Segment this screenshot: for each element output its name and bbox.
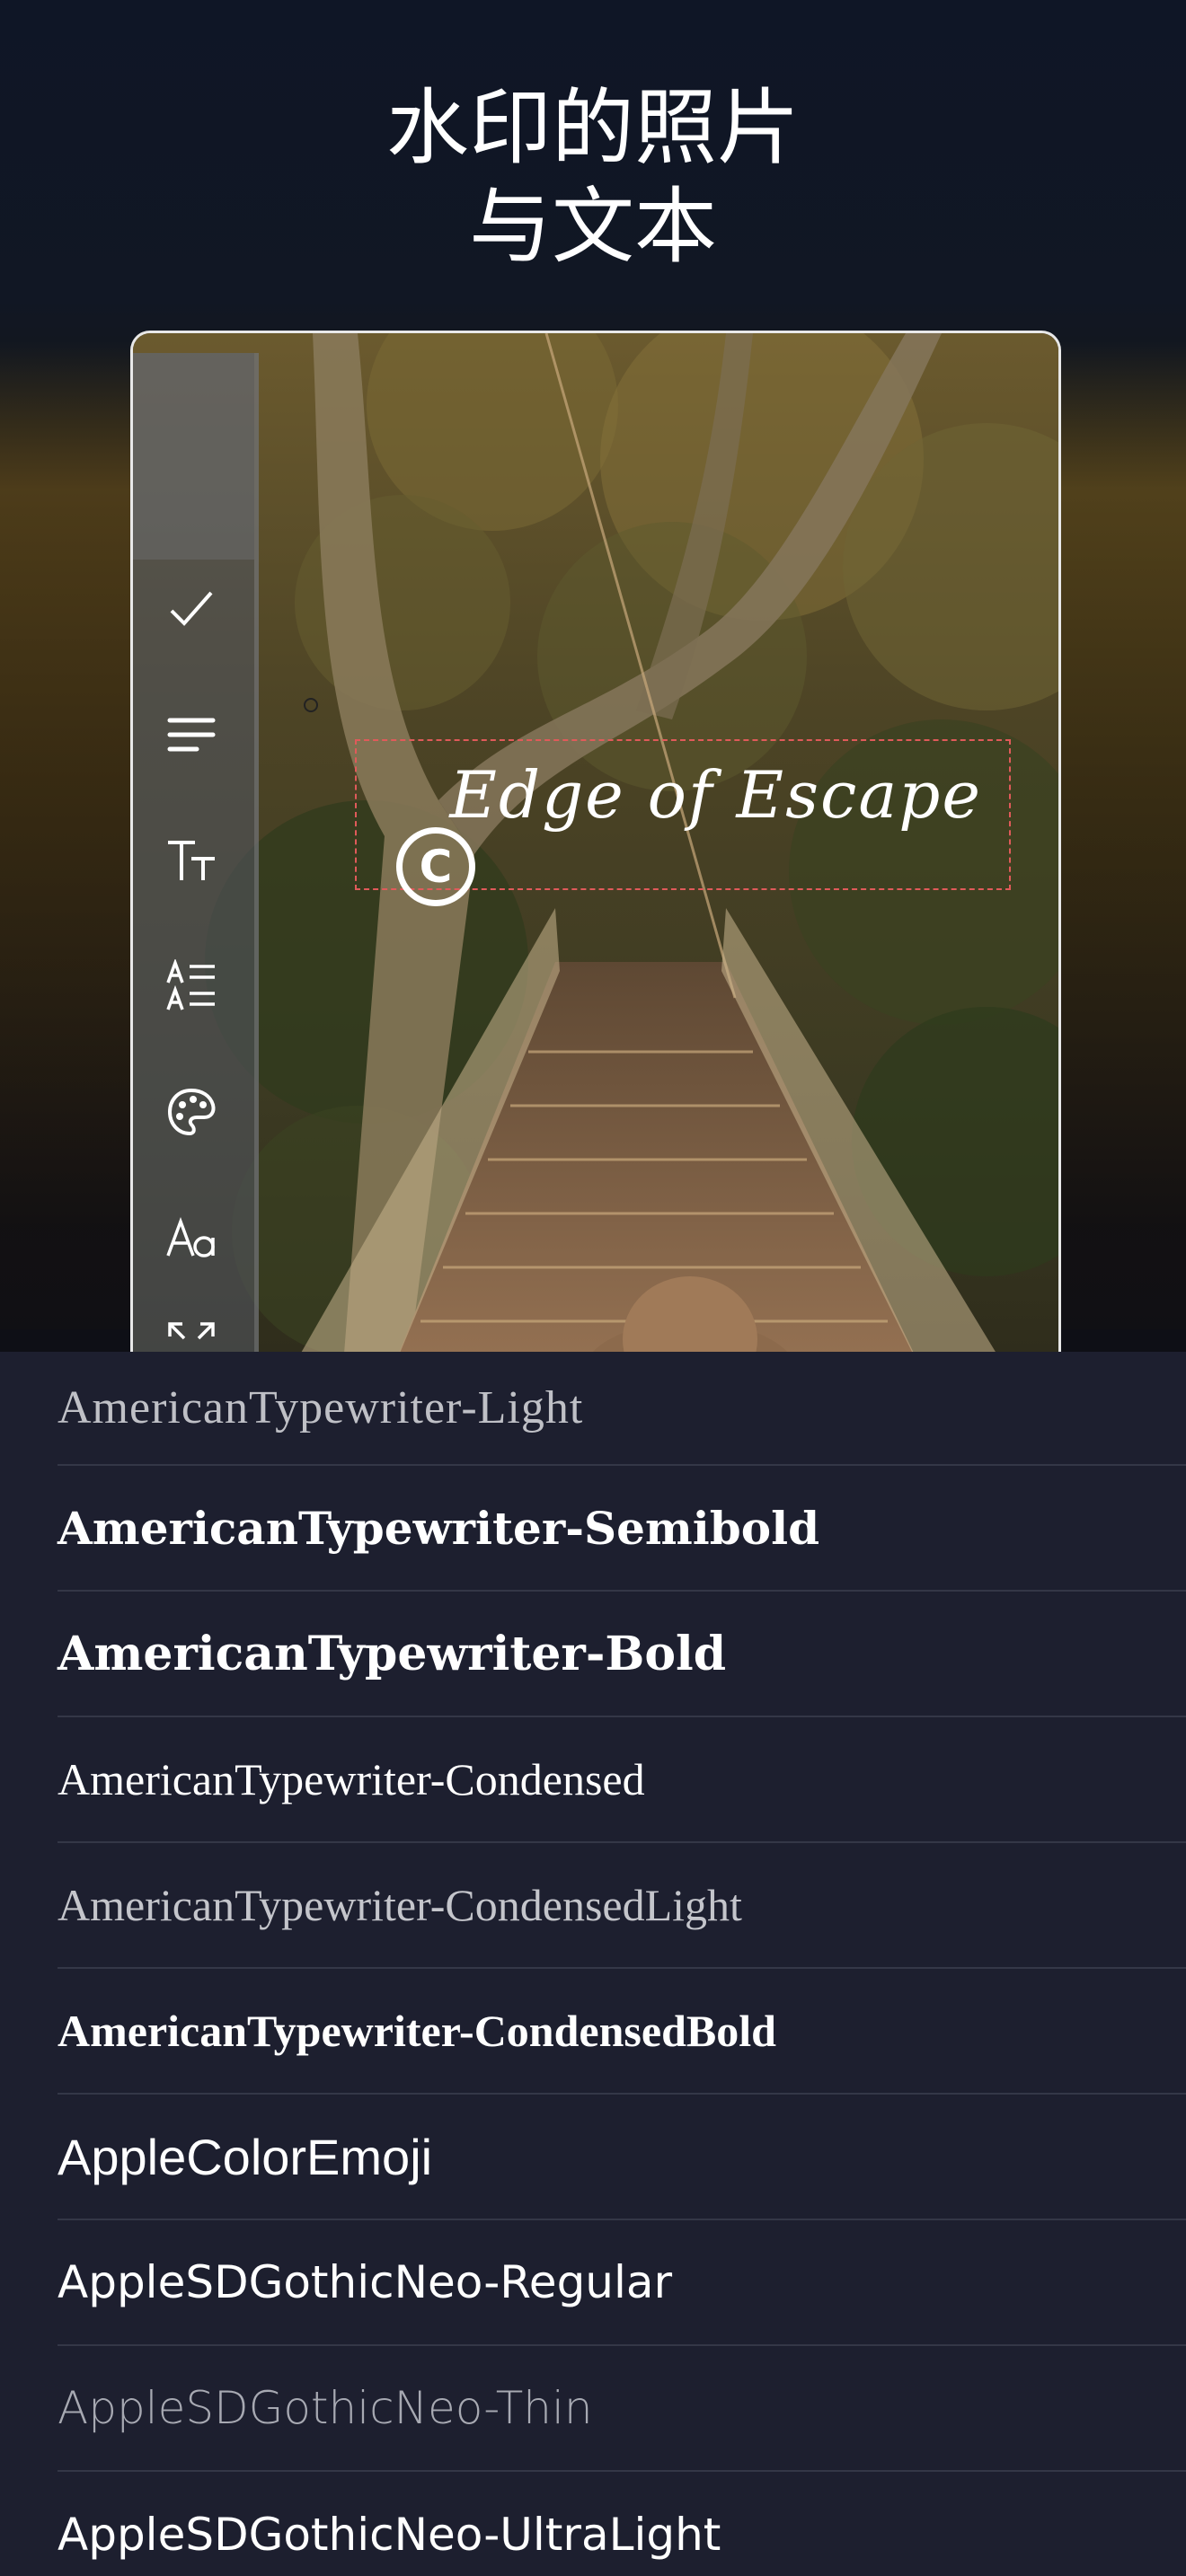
background-glow-left: [0, 341, 135, 1329]
photo-editor-preview: Edge of Escape C: [130, 331, 1061, 1352]
font-item[interactable]: AppleSDGothicNeo-Thin: [58, 2346, 1186, 2472]
font-item[interactable]: AppleSDGothicNeo-UltraLight: [58, 2472, 1186, 2576]
check-icon[interactable]: [155, 573, 227, 645]
watermark-text-box[interactable]: Edge of Escape C: [355, 739, 1011, 906]
font-item[interactable]: AmericanTypewriter-CondensedBold: [58, 1969, 1186, 2095]
watermark-text: Edge of Escape: [449, 757, 982, 833]
font-item[interactable]: AppleColorEmoji: [58, 2095, 1186, 2220]
headline-line-1: 水印的照片: [385, 80, 800, 176]
headline-line-2: 与文本: [468, 179, 717, 275]
font-icon[interactable]: [155, 1202, 227, 1274]
copyright-icon: C: [396, 827, 475, 906]
align-left-icon[interactable]: [155, 699, 227, 771]
headline: 水印的照片 与文本: [0, 79, 1186, 277]
font-item[interactable]: AmericanTypewriter-Semibold: [58, 1466, 1186, 1592]
text-size-icon[interactable]: [155, 825, 227, 896]
promo-header: 水印的照片 与文本 Edge of Escape C: [0, 0, 1186, 1352]
edit-toolbar: [133, 353, 259, 1352]
font-item[interactable]: AmericanTypewriter-Light: [58, 1352, 1186, 1466]
expand-icon[interactable]: [155, 1310, 227, 1352]
background-glow-right: [1051, 341, 1186, 1329]
palette-icon[interactable]: [155, 1076, 227, 1148]
anchor-handle[interactable]: [304, 698, 318, 712]
font-item[interactable]: AmericanTypewriter-Condensed: [58, 1717, 1186, 1843]
font-item[interactable]: AmericanTypewriter-Bold: [58, 1592, 1186, 1717]
font-item[interactable]: AmericanTypewriter-CondensedLight: [58, 1843, 1186, 1969]
font-item[interactable]: AppleSDGothicNeo-Regular: [58, 2220, 1186, 2346]
text-spacing-icon[interactable]: [155, 950, 227, 1022]
font-list: AmericanTypewriter-Light AmericanTypewri…: [0, 1352, 1186, 2576]
